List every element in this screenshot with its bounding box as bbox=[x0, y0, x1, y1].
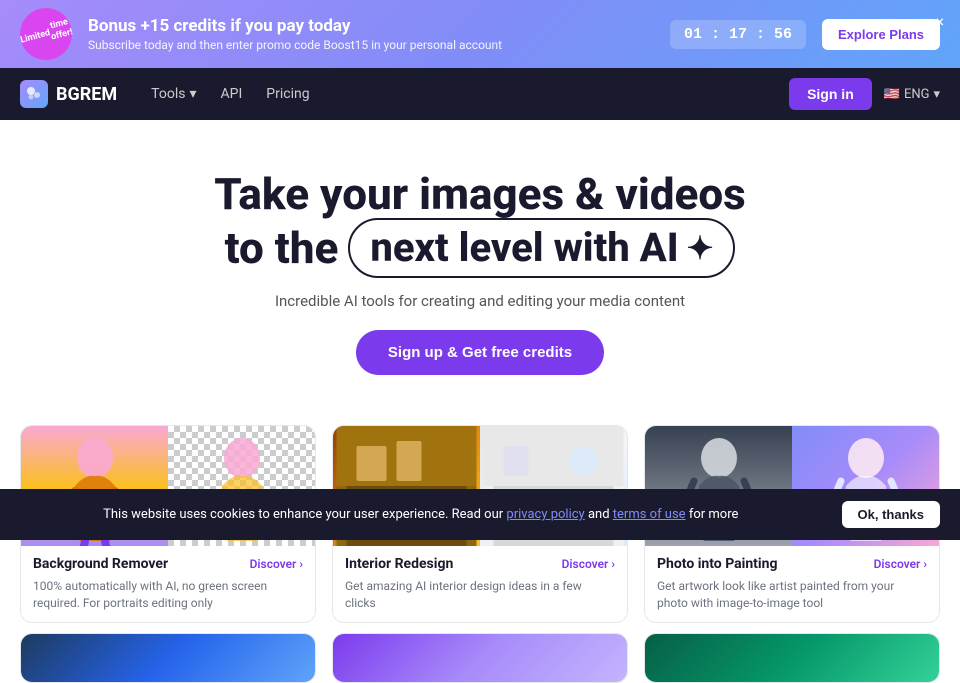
card-title: Interior Redesign bbox=[345, 556, 453, 572]
hero-title-line1: Take your images & videos bbox=[20, 170, 940, 218]
signup-button[interactable]: Sign up & Get free credits bbox=[356, 330, 604, 375]
countdown-timer: 01 : 17 : 56 bbox=[670, 20, 806, 49]
card-partial-1 bbox=[20, 633, 316, 683]
chevron-down-icon: ▾ bbox=[933, 87, 940, 102]
card-description: 100% automatically with AI, no green scr… bbox=[33, 578, 303, 612]
card-content: Photo into Painting Discover › Get artwo… bbox=[645, 546, 939, 622]
card-description: Get artwork look like artist painted fro… bbox=[657, 578, 927, 612]
main-nav: BGREM Tools ▾ API Pricing Sign in 🇺🇸 ENG… bbox=[0, 68, 960, 120]
signin-button[interactable]: Sign in bbox=[789, 78, 872, 110]
arrow-right-icon: › bbox=[923, 557, 927, 571]
more-cards-partial bbox=[0, 633, 960, 683]
cookie-text: This website uses cookies to enhance you… bbox=[20, 507, 822, 522]
card-discover-link[interactable]: Discover › bbox=[250, 557, 303, 571]
card-discover-link[interactable]: Discover › bbox=[874, 557, 927, 571]
banner-title: Bonus +15 credits if you pay today bbox=[88, 16, 654, 36]
card-partial-2 bbox=[332, 633, 628, 683]
hero-pill: next level with AI ✦ bbox=[348, 218, 735, 278]
limited-offer-badge: Limited time offer! bbox=[14, 2, 78, 66]
card-partial-image bbox=[645, 634, 939, 683]
card-content: Interior Redesign Discover › Get amazing… bbox=[333, 546, 627, 622]
cookie-ok-button[interactable]: Ok, thanks bbox=[842, 501, 940, 528]
nav-api[interactable]: API bbox=[210, 80, 252, 108]
promo-banner: Limited time offer! Bonus +15 credits if… bbox=[0, 0, 960, 68]
card-partial-image bbox=[333, 634, 627, 683]
close-icon[interactable]: × bbox=[931, 8, 948, 35]
card-title-row: Interior Redesign Discover › bbox=[345, 556, 615, 572]
logo-text: BGREM bbox=[56, 84, 117, 105]
privacy-policy-link[interactable]: privacy policy bbox=[506, 507, 584, 522]
language-selector[interactable]: 🇺🇸 ENG ▾ bbox=[884, 87, 940, 102]
explore-plans-button[interactable]: Explore Plans bbox=[822, 19, 940, 50]
hero-section: Take your images & videos to the next le… bbox=[0, 120, 960, 405]
card-content: Background Remover Discover › 100% autom… bbox=[21, 546, 315, 622]
hero-title-prefix: to the bbox=[225, 222, 339, 275]
hero-subtitle: Incredible AI tools for creating and edi… bbox=[20, 292, 940, 310]
card-title-row: Photo into Painting Discover › bbox=[657, 556, 927, 572]
hero-title-line2: to the next level with AI ✦ bbox=[20, 218, 940, 278]
nav-tools[interactable]: Tools ▾ bbox=[141, 80, 206, 108]
arrow-right-icon: › bbox=[299, 557, 303, 571]
card-title-row: Background Remover Discover › bbox=[33, 556, 303, 572]
card-title: Background Remover bbox=[33, 556, 168, 572]
logo[interactable]: BGREM bbox=[20, 80, 117, 108]
nav-pricing[interactable]: Pricing bbox=[256, 80, 319, 108]
cookie-banner: This website uses cookies to enhance you… bbox=[0, 489, 960, 540]
banner-text-content: Bonus +15 credits if you pay today Subsc… bbox=[88, 16, 654, 52]
card-partial-image bbox=[21, 634, 315, 683]
card-discover-link[interactable]: Discover › bbox=[562, 557, 615, 571]
card-description: Get amazing AI interior design ideas in … bbox=[345, 578, 615, 612]
logo-icon bbox=[20, 80, 48, 108]
flag-icon: 🇺🇸 bbox=[884, 87, 900, 102]
terms-of-use-link[interactable]: terms of use bbox=[613, 507, 686, 522]
nav-links: Tools ▾ API Pricing bbox=[141, 80, 765, 108]
ai-sparkle-icon: ✦ bbox=[687, 229, 714, 267]
card-partial-3 bbox=[644, 633, 940, 683]
banner-subtitle: Subscribe today and then enter promo cod… bbox=[88, 38, 654, 52]
arrow-right-icon: › bbox=[611, 557, 615, 571]
chevron-down-icon: ▾ bbox=[189, 86, 196, 102]
card-title: Photo into Painting bbox=[657, 556, 777, 572]
nav-right: Sign in 🇺🇸 ENG ▾ bbox=[789, 78, 940, 110]
